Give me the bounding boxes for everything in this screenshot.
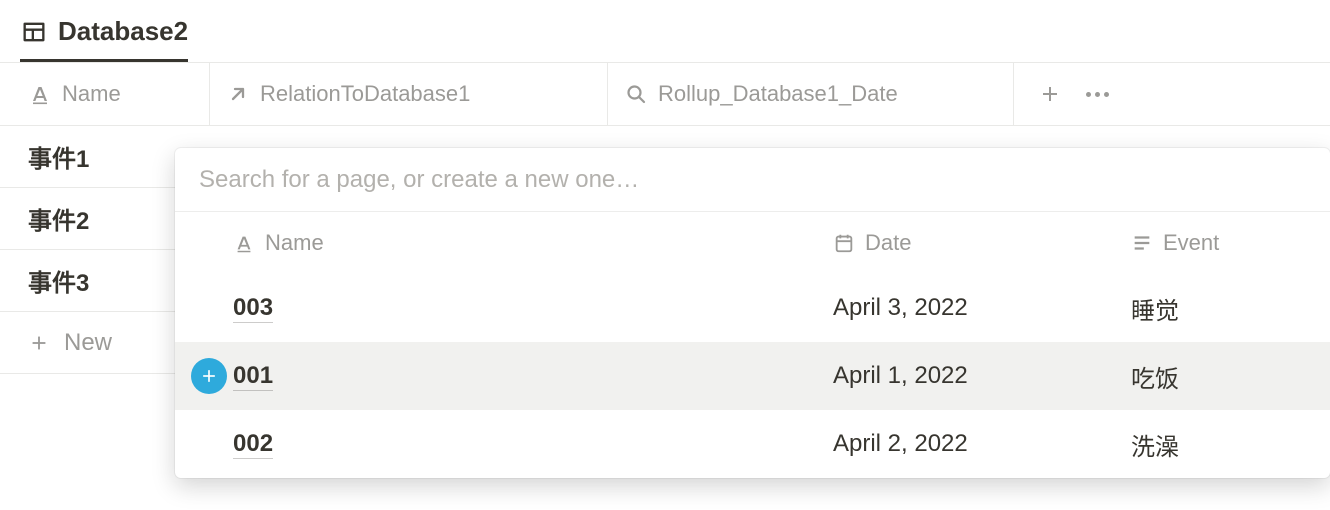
popup-col-event[interactable]: Event	[1131, 230, 1330, 256]
column-relation-label: RelationToDatabase1	[260, 81, 470, 107]
view-tab-label: Database2	[58, 16, 188, 47]
option-name: 003	[233, 294, 273, 323]
relation-option[interactable]: 003 April 3, 2022 睡觉	[175, 274, 1330, 342]
add-column-icon[interactable]	[1038, 82, 1062, 106]
add-relation-icon[interactable]	[191, 358, 227, 394]
rollup-icon	[624, 82, 648, 106]
option-event: 洗澡	[1131, 427, 1330, 462]
new-row-label: New	[64, 329, 112, 357]
title-property-icon	[28, 82, 52, 106]
option-event: 吃饭	[1131, 359, 1330, 394]
plus-icon	[28, 332, 50, 354]
column-name[interactable]: Name	[0, 63, 210, 125]
column-headers: Name RelationToDatabase1 Rollup_Database…	[0, 62, 1330, 126]
row-title: 事件2	[28, 201, 89, 236]
search-bar	[175, 148, 1330, 212]
date-icon	[833, 232, 855, 254]
option-name: 002	[233, 430, 273, 459]
popup-col-date[interactable]: Date	[833, 230, 1131, 256]
column-rollup[interactable]: Rollup_Database1_Date	[608, 63, 1014, 125]
row-title: 事件3	[28, 263, 89, 298]
option-date: April 1, 2022	[833, 362, 1131, 390]
relation-option[interactable]: 002 April 2, 2022 洗澡	[175, 410, 1330, 478]
relation-icon	[226, 82, 250, 106]
popup-columns: Name Date Event	[175, 212, 1330, 274]
column-relation[interactable]: RelationToDatabase1	[210, 63, 608, 125]
search-input[interactable]	[199, 166, 1306, 194]
option-name: 001	[233, 362, 273, 391]
table-icon	[20, 18, 48, 46]
row-lead	[185, 358, 233, 394]
relation-option[interactable]: 001 April 1, 2022 吃饭	[175, 342, 1330, 410]
option-event: 睡觉	[1131, 291, 1330, 326]
relation-picker-popup: Name Date Event 003 April 3, 2022 睡觉	[175, 148, 1330, 478]
option-date: April 3, 2022	[833, 294, 1131, 322]
column-name-label: Name	[62, 81, 121, 107]
option-date: April 2, 2022	[833, 430, 1131, 458]
popup-col-name[interactable]: Name	[233, 230, 833, 256]
text-icon	[1131, 232, 1153, 254]
row-title: 事件1	[28, 139, 89, 174]
more-columns-icon[interactable]	[1086, 92, 1109, 97]
view-tab-database2[interactable]: Database2	[20, 16, 188, 62]
column-rollup-label: Rollup_Database1_Date	[658, 81, 898, 107]
title-property-icon	[233, 232, 255, 254]
